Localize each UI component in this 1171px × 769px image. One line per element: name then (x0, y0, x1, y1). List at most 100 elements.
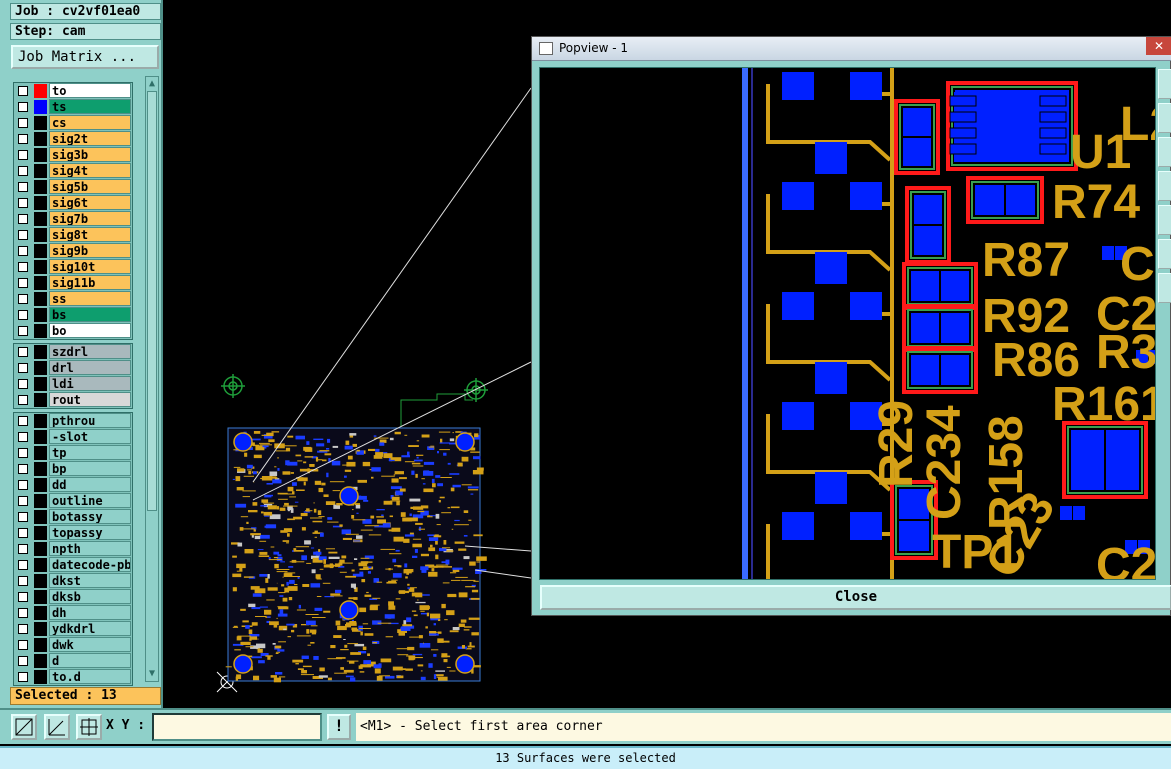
layer-checkbox[interactable] (18, 464, 28, 474)
layer-row-sig9b[interactable]: sig9b (14, 243, 132, 259)
layer-color-swatch[interactable] (34, 574, 47, 588)
layer-name[interactable]: szdrl (49, 344, 131, 359)
layer-name[interactable]: sig4t (49, 163, 131, 178)
layer-name[interactable]: outline (49, 493, 131, 508)
layer-row-sig10t[interactable]: sig10t (14, 259, 132, 275)
scroll-down-icon[interactable]: ▼ (147, 668, 157, 680)
layer-row--slot[interactable]: -slot (14, 429, 132, 445)
popview-titlebar[interactable]: Popview - 1 ✕ (532, 37, 1171, 61)
layer-name[interactable]: -slot (49, 429, 131, 444)
layer-checkbox[interactable] (18, 576, 28, 586)
grid-icon[interactable] (76, 714, 102, 740)
layer-scrollbar[interactable]: ▲ ▼ (145, 76, 159, 682)
layer-row-bo[interactable]: bo (14, 323, 132, 339)
layer-row-szdrl[interactable]: szdrl (14, 344, 132, 360)
layer-row-outline[interactable]: outline (14, 493, 132, 509)
layer-row-cs[interactable]: cs (14, 115, 132, 131)
layer-name[interactable]: sig9b (49, 243, 131, 258)
zoom-in-icon[interactable] (1158, 69, 1171, 99)
layer-color-swatch[interactable] (34, 244, 47, 258)
layer-row-dh[interactable]: dh (14, 605, 132, 621)
layer-checkbox[interactable] (18, 198, 28, 208)
layer-name[interactable]: botassy (49, 509, 131, 524)
layer-color-swatch[interactable] (34, 638, 47, 652)
layer-row-topassy[interactable]: topassy (14, 525, 132, 541)
layer-name[interactable]: tp (49, 445, 131, 460)
layer-name[interactable]: ldi (49, 376, 131, 391)
pcb-board[interactable] (225, 427, 487, 683)
layer-name[interactable]: d (49, 653, 131, 668)
layer-checkbox[interactable] (18, 246, 28, 256)
layer-row-drl[interactable]: drl (14, 360, 132, 376)
job-matrix-button[interactable]: Job Matrix ... (11, 45, 159, 69)
layer-name[interactable]: sig8t (49, 227, 131, 242)
layer-row-dkst[interactable]: dkst (14, 573, 132, 589)
layer-color-swatch[interactable] (34, 494, 47, 508)
layer-name[interactable]: bp (49, 461, 131, 476)
layer-color-swatch[interactable] (34, 446, 47, 460)
layer-color-swatch[interactable] (34, 164, 47, 178)
layer-name[interactable]: to (49, 83, 131, 98)
layer-name[interactable]: drl (49, 360, 131, 375)
layer-name[interactable]: ss (49, 291, 131, 306)
layer-checkbox[interactable] (18, 560, 28, 570)
layer-color-swatch[interactable] (34, 414, 47, 428)
close-button[interactable]: Close (540, 585, 1171, 610)
layer-name[interactable]: sig6t (49, 195, 131, 210)
layer-row-to[interactable]: to (14, 83, 132, 99)
layer-row-bp[interactable]: bp (14, 461, 132, 477)
layer-row-pthrou[interactable]: pthrou (14, 413, 132, 429)
layer-row-sig8t[interactable]: sig8t (14, 227, 132, 243)
layer-color-swatch[interactable] (34, 196, 47, 210)
layer-color-swatch[interactable] (34, 558, 47, 572)
layer-checkbox[interactable] (18, 102, 28, 112)
layer-row-ldi[interactable]: ldi (14, 376, 132, 392)
layer-checkbox[interactable] (18, 150, 28, 160)
layer-checkbox[interactable] (18, 544, 28, 554)
layer-name[interactable]: to.d (49, 669, 131, 684)
zoom-fit-icon[interactable] (1158, 137, 1171, 167)
layer-checkbox[interactable] (18, 379, 28, 389)
layer-checkbox[interactable] (18, 624, 28, 634)
layer-name[interactable]: sig7b (49, 211, 131, 226)
layer-checkbox[interactable] (18, 347, 28, 357)
pan-left-icon[interactable] (1158, 171, 1171, 201)
layer-color-swatch[interactable] (34, 84, 47, 98)
zoom-out-icon[interactable] (1158, 103, 1171, 133)
layer-color-swatch[interactable] (34, 180, 47, 194)
layer-checkbox[interactable] (18, 416, 28, 426)
layer-color-swatch[interactable] (34, 606, 47, 620)
layer-name[interactable]: ts (49, 99, 131, 114)
layer-color-swatch[interactable] (34, 377, 47, 391)
layer-checkbox[interactable] (18, 182, 28, 192)
layer-name[interactable]: datecode-pbc (49, 557, 131, 572)
layer-color-swatch[interactable] (34, 148, 47, 162)
layer-name[interactable]: rout (49, 392, 131, 407)
zoom-area-icon[interactable] (1158, 205, 1171, 235)
layer-checkbox[interactable] (18, 262, 28, 272)
layer-row-sig11b[interactable]: sig11b (14, 275, 132, 291)
layer-checkbox[interactable] (18, 656, 28, 666)
pan-icon[interactable] (1158, 273, 1171, 303)
layer-color-swatch[interactable] (34, 670, 47, 684)
layer-color-swatch[interactable] (34, 542, 47, 556)
layer-checkbox[interactable] (18, 496, 28, 506)
layer-checkbox[interactable] (18, 326, 28, 336)
layer-color-swatch[interactable] (34, 132, 47, 146)
measure-icon[interactable] (11, 714, 37, 740)
layer-name[interactable]: dksb (49, 589, 131, 604)
snap-icon[interactable] (44, 714, 70, 740)
layer-name[interactable]: cs (49, 115, 131, 130)
scroll-thumb[interactable] (147, 91, 157, 511)
layer-checkbox[interactable] (18, 86, 28, 96)
layer-checkbox[interactable] (18, 672, 28, 682)
layer-name[interactable]: ydkdrl (49, 621, 131, 636)
layer-name[interactable]: bo (49, 323, 131, 338)
layer-row-sig7b[interactable]: sig7b (14, 211, 132, 227)
popview-window[interactable]: Popview - 1 ✕ U1L2R74R87CR92C2R86R3R161R… (531, 36, 1171, 616)
layer-color-swatch[interactable] (34, 212, 47, 226)
layer-row-dd[interactable]: dd (14, 477, 132, 493)
layer-checkbox[interactable] (18, 363, 28, 373)
layer-name[interactable]: dwk (49, 637, 131, 652)
layer-color-swatch[interactable] (34, 462, 47, 476)
